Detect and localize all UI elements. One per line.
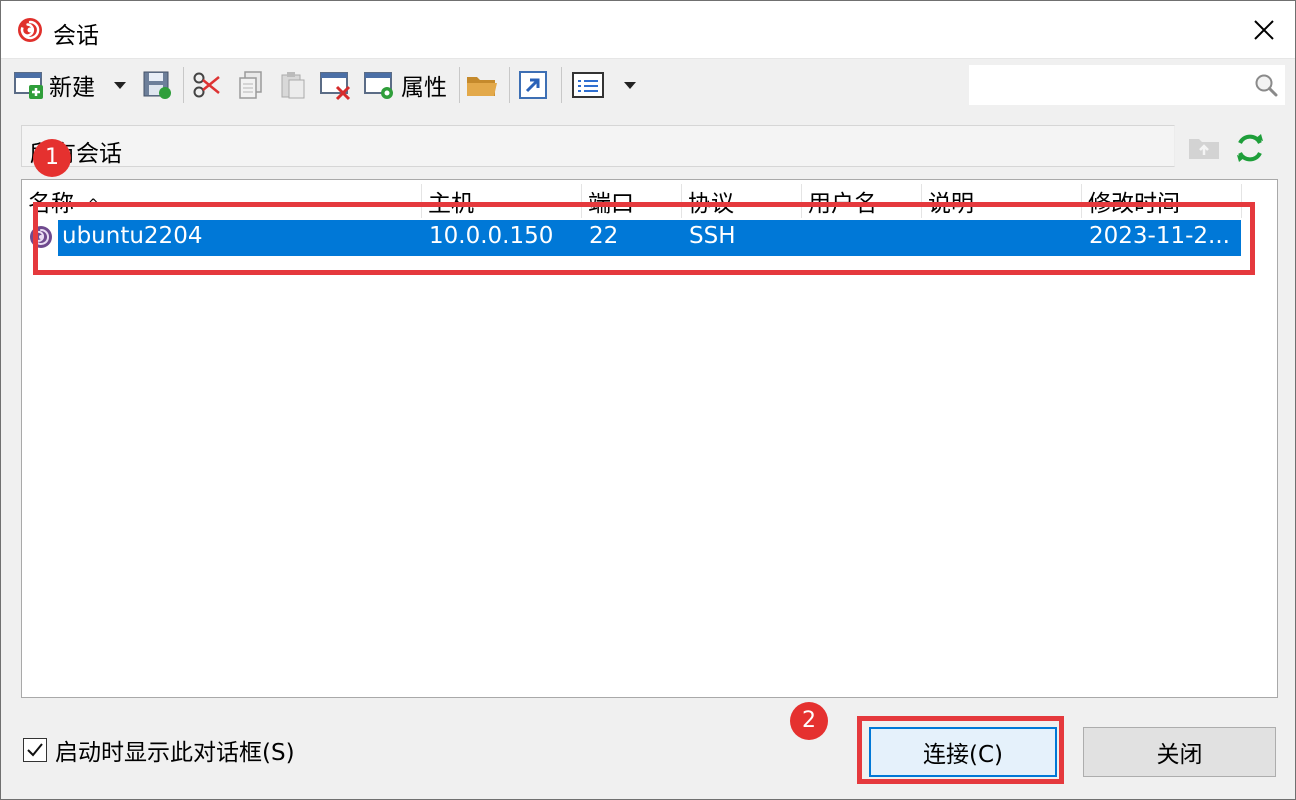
search-input[interactable] [969, 65, 1249, 105]
column-username[interactable]: 用户名 [802, 184, 922, 218]
properties-icon [364, 72, 393, 99]
column-host[interactable]: 主机 [422, 184, 582, 218]
shortcut-arrow-icon [519, 71, 547, 99]
breadcrumb: 所有会话 [21, 125, 1175, 167]
open-folder-button[interactable] [465, 65, 499, 105]
checkmark-icon [27, 743, 43, 757]
cell-host: 10.0.0.150 [429, 223, 554, 249]
sessions-dialog: 会话 新建 属性 所有会话 名称 ^ 主机 端口 协议 用户名 说明 修改时间 … [0, 0, 1296, 800]
new-session-label: 新建 [49, 75, 95, 101]
properties-button[interactable]: 属性 [363, 65, 447, 105]
step-badge-1: 1 [33, 139, 71, 177]
scissors-icon [193, 72, 220, 98]
paste-icon [281, 72, 305, 99]
show-on-startup-checkbox[interactable]: 启动时显示此对话框(S) [23, 733, 295, 767]
table-row[interactable]: ubuntu2204 10.0.0.150 22 SSH 2023-11-2..… [58, 220, 1241, 256]
column-description[interactable]: 说明 [922, 184, 1082, 218]
folder-icon [467, 77, 497, 96]
show-on-startup-label: 启动时显示此对话框(S) [55, 740, 295, 766]
delete-button[interactable] [319, 65, 353, 105]
view-dropdown-button[interactable] [621, 65, 639, 105]
session-list: 名称 ^ 主机 端口 协议 用户名 说明 修改时间 ubuntu2204 10.… [21, 179, 1278, 698]
session-icon [30, 226, 52, 248]
toolbar-separator [561, 67, 562, 103]
details-view-icon [572, 72, 604, 98]
up-folder-icon [1189, 139, 1219, 159]
toolbar: 新建 属性 [1, 59, 1295, 111]
column-header: 名称 ^ 主机 端口 协议 用户名 说明 修改时间 [22, 180, 1277, 218]
cell-protocol: SSH [689, 223, 736, 249]
shortcut-button[interactable] [517, 65, 549, 105]
paste-button[interactable] [277, 65, 309, 105]
title-bar: 会话 [1, 1, 1295, 59]
app-logo-icon [18, 18, 42, 42]
window-title: 会话 [53, 23, 99, 49]
column-modified[interactable]: 修改时间 [1082, 184, 1242, 218]
toolbar-separator [183, 67, 184, 103]
new-session-icon [14, 72, 43, 99]
search-icon[interactable] [1253, 72, 1279, 98]
checkbox-box[interactable] [23, 738, 47, 762]
cell-name: ubuntu2204 [62, 223, 203, 249]
chevron-down-icon [624, 82, 636, 89]
close-button[interactable]: 关闭 [1083, 727, 1276, 777]
search-box [969, 65, 1285, 105]
delete-session-icon [320, 72, 351, 101]
sort-ascending-icon: ^ [87, 196, 100, 213]
toolbar-separator [509, 67, 510, 103]
step-badge-2: 2 [790, 702, 828, 740]
column-port[interactable]: 端口 [582, 184, 682, 218]
column-name-label: 名称 [28, 191, 74, 217]
view-mode-button[interactable] [571, 65, 605, 105]
toolbar-separator [459, 67, 460, 103]
connect-button[interactable]: 连接(C) [869, 727, 1057, 777]
save-icon [143, 71, 171, 99]
column-protocol[interactable]: 协议 [682, 184, 802, 218]
close-icon[interactable] [1249, 15, 1279, 45]
save-session-button[interactable] [141, 65, 173, 105]
chevron-down-icon [114, 82, 126, 89]
properties-label: 属性 [401, 75, 447, 101]
cell-modified: 2023-11-2... [1089, 223, 1230, 249]
cell-port: 22 [589, 223, 619, 249]
copy-icon [239, 71, 262, 99]
refresh-icon[interactable] [1233, 131, 1267, 165]
new-session-button[interactable]: 新建 [13, 65, 95, 105]
copy-button[interactable] [235, 65, 267, 105]
cut-button[interactable] [191, 65, 223, 105]
column-name[interactable]: 名称 ^ [22, 184, 422, 218]
new-dropdown-button[interactable] [111, 65, 129, 105]
